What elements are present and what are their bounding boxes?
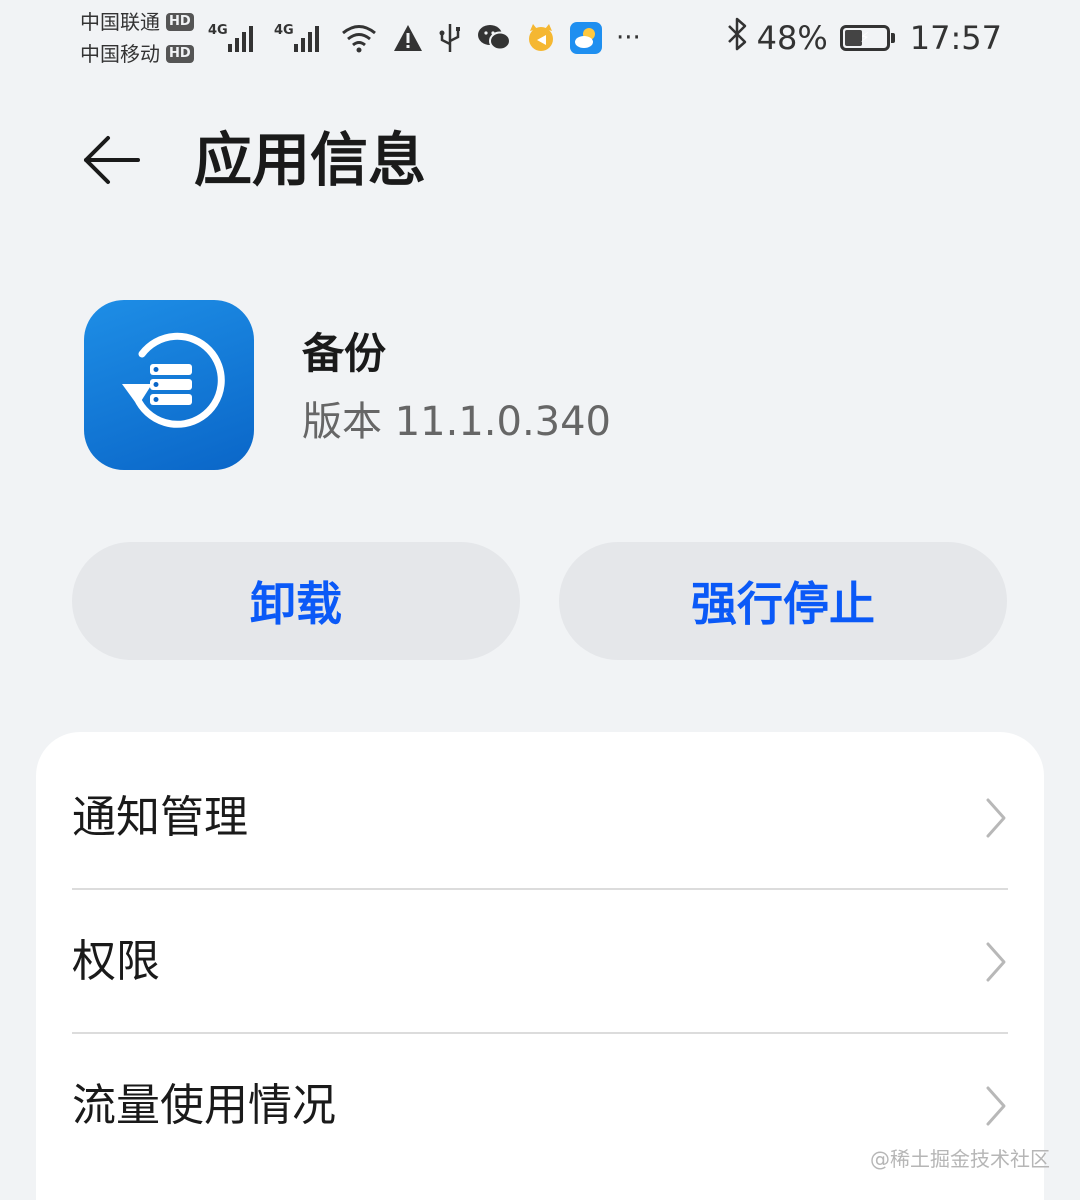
back-arrow-icon <box>84 136 140 184</box>
wechat-icon <box>476 23 512 53</box>
list-item-label: 通知管理 <box>72 792 248 843</box>
bluetooth-icon <box>725 16 749 60</box>
cat-app-icon <box>526 23 556 53</box>
chevron-right-icon <box>986 1086 1006 1126</box>
signal-4g-icon: 4G <box>274 20 326 56</box>
backup-app-icon <box>84 300 254 470</box>
warning-icon <box>392 23 424 53</box>
hd-badge: HD <box>166 13 194 31</box>
notification-icons: 4G 4G ··· <box>208 16 641 60</box>
carrier-1-label: 中国联通 <box>80 10 160 34</box>
page-title: 应用信息 <box>194 126 427 194</box>
list-item-label: 权限 <box>72 936 160 987</box>
clock: 17:57 <box>909 19 1002 57</box>
status-right: 48% ⚡ 17:57 <box>725 14 1002 62</box>
app-version: 版本 11.1.0.340 <box>302 399 612 445</box>
weather-app-icon <box>570 22 602 54</box>
more-notifications-icon: ··· <box>616 23 641 53</box>
uninstall-button[interactable]: 卸载 <box>72 542 520 660</box>
status-bar: 中国联通 HD 中国移动 HD 4G 4G ··· 48% ⚡ 17:57 <box>0 0 1080 80</box>
settings-list: 通知管理 权限 流量使用情况 <box>36 732 1044 1200</box>
back-button[interactable] <box>70 128 150 192</box>
charging-bolt-icon: ⚡ <box>859 30 870 46</box>
force-stop-button[interactable]: 强行停止 <box>559 542 1007 660</box>
watermark: @稀土掘金技术社区 <box>870 1147 1050 1171</box>
app-bar: 应用信息 <box>0 110 1080 210</box>
signal-4g-icon: 4G <box>208 20 260 56</box>
permissions-item[interactable]: 权限 <box>72 890 1008 1034</box>
chevron-right-icon <box>986 942 1006 982</box>
data-usage-item[interactable]: 流量使用情况 <box>72 1034 1008 1178</box>
wifi-icon <box>340 22 378 54</box>
list-item-label: 流量使用情况 <box>72 1080 336 1131</box>
network-type-label: 4G <box>208 23 228 38</box>
app-name: 备份 <box>302 329 387 378</box>
battery-percent: 48% <box>756 19 828 57</box>
chevron-right-icon <box>986 798 1006 838</box>
usb-icon <box>438 22 462 54</box>
hd-badge: HD <box>166 45 194 63</box>
carrier-2-label: 中国移动 <box>80 42 160 66</box>
notification-management-item[interactable]: 通知管理 <box>72 746 1008 890</box>
network-type-label: 4G <box>274 23 294 38</box>
carrier-info: 中国联通 HD 中国移动 HD <box>80 6 194 70</box>
battery-icon: ⚡ <box>839 25 895 51</box>
